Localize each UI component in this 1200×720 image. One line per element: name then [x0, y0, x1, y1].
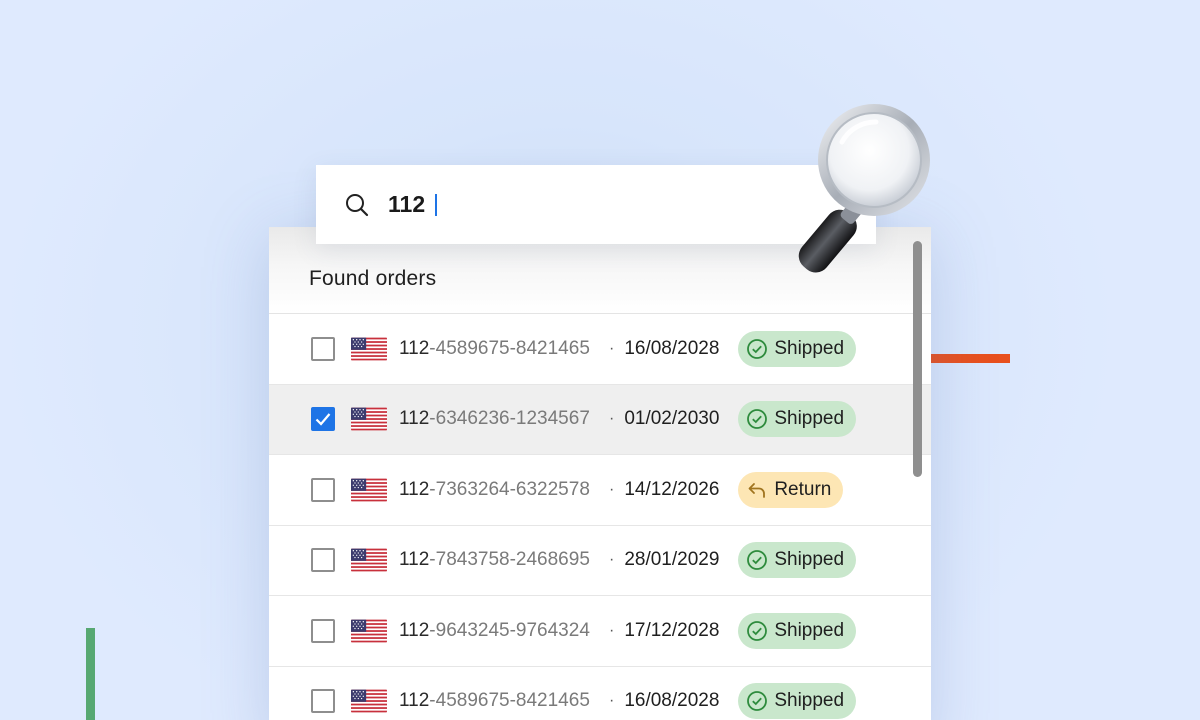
- us-flag-icon: [351, 337, 387, 361]
- check-circle-icon: [747, 691, 768, 712]
- order-number-match: 112: [399, 478, 430, 500]
- order-number-match: 112: [399, 408, 430, 430]
- check-circle-icon: [747, 338, 768, 359]
- status-label: Shipped: [774, 337, 845, 359]
- order-row[interactable]: 112-4589675-8421465 · 16/08/2028 Shipped: [269, 314, 931, 385]
- status-badge: Shipped: [738, 330, 857, 367]
- order-date: 17/12/2028: [624, 619, 720, 641]
- us-flag-icon: [351, 407, 387, 431]
- order-number-match: 112: [399, 690, 430, 712]
- status-badge: Return: [738, 471, 844, 508]
- row-checkbox[interactable]: [311, 336, 335, 361]
- status-label: Shipped: [774, 619, 845, 641]
- us-flag-icon: [351, 689, 387, 713]
- status-badge: Shipped: [738, 401, 857, 438]
- row-checkbox[interactable]: [311, 548, 335, 573]
- status-badge: Shipped: [738, 683, 857, 720]
- order-row[interactable]: 112-7363264-6322578 · 14/12/2026 Return: [269, 455, 931, 526]
- found-orders-panel: Found orders 112-4589675-8421465 · 16/08…: [269, 227, 931, 720]
- order-row[interactable]: 112-9643245-9764324 · 17/12/2028 Shipped: [269, 596, 931, 667]
- separator-dot: ·: [609, 410, 615, 428]
- order-date: 16/08/2028: [624, 337, 720, 359]
- separator-dot: ·: [609, 692, 615, 710]
- order-number-rest: -4589675-8421465: [429, 337, 590, 359]
- row-checkbox[interactable]: [311, 689, 335, 714]
- text-caret: [435, 193, 438, 216]
- checkmark-icon: [315, 413, 331, 426]
- check-circle-icon: [747, 620, 768, 641]
- us-flag-icon: [351, 619, 387, 643]
- order-row[interactable]: 112-6346236-1234567 · 01/02/2030 Shipped: [269, 384, 931, 455]
- order-number-match: 112: [399, 619, 430, 641]
- order-number-match: 112: [399, 549, 430, 571]
- status-label: Shipped: [774, 690, 845, 712]
- magnifying-glass-icon: [798, 104, 930, 273]
- order-number-rest: -4589675-8421465: [429, 690, 590, 712]
- order-number: 112-6346236-1234567: [399, 408, 599, 430]
- order-number: 112-4589675-8421465: [399, 338, 599, 360]
- status-label: Shipped: [774, 408, 845, 430]
- order-number: 112-7363264-6322578: [399, 479, 599, 501]
- search-icon: [346, 193, 369, 216]
- check-circle-icon: [747, 409, 768, 430]
- order-number-rest: -7363264-6322578: [429, 478, 590, 500]
- order-date: 16/08/2028: [624, 690, 720, 712]
- order-row[interactable]: 112-7843758-2468695 · 28/01/2029 Shipped: [269, 526, 931, 596]
- order-number-rest: -7843758-2468695: [429, 549, 590, 571]
- row-checkbox[interactable]: [311, 618, 335, 643]
- order-date: 01/02/2030: [624, 408, 720, 430]
- status-label: Shipped: [774, 549, 845, 571]
- row-checkbox[interactable]: [311, 407, 335, 432]
- decorative-orange-bar: [930, 354, 1010, 363]
- order-number: 112-9643245-9764324: [399, 620, 599, 642]
- separator-dot: ·: [609, 551, 615, 569]
- return-arrow-icon: [748, 482, 766, 498]
- order-date: 28/01/2029: [624, 549, 720, 571]
- check-circle-icon: [747, 550, 768, 571]
- order-number: 112-4589675-8421465: [399, 690, 599, 712]
- status-label: Return: [774, 478, 832, 500]
- order-number: 112-7843758-2468695: [399, 549, 599, 571]
- separator-dot: ·: [609, 339, 615, 357]
- status-badge: Shipped: [738, 542, 857, 579]
- order-date: 14/12/2026: [624, 478, 720, 500]
- us-flag-icon: [351, 478, 387, 502]
- separator-dot: ·: [609, 621, 615, 639]
- search-input[interactable]: 112: [388, 191, 425, 218]
- order-number-rest: -9643245-9764324: [429, 619, 590, 641]
- order-number-rest: -6346236-1234567: [429, 408, 590, 430]
- row-checkbox[interactable]: [311, 477, 335, 502]
- us-flag-icon: [351, 548, 387, 572]
- separator-dot: ·: [609, 480, 615, 498]
- status-badge: Shipped: [738, 612, 857, 649]
- order-number-match: 112: [399, 337, 430, 359]
- order-row[interactable]: 112-4589675-8421465 · 16/08/2028 Shipped: [269, 667, 931, 720]
- decorative-green-bar: [86, 628, 95, 720]
